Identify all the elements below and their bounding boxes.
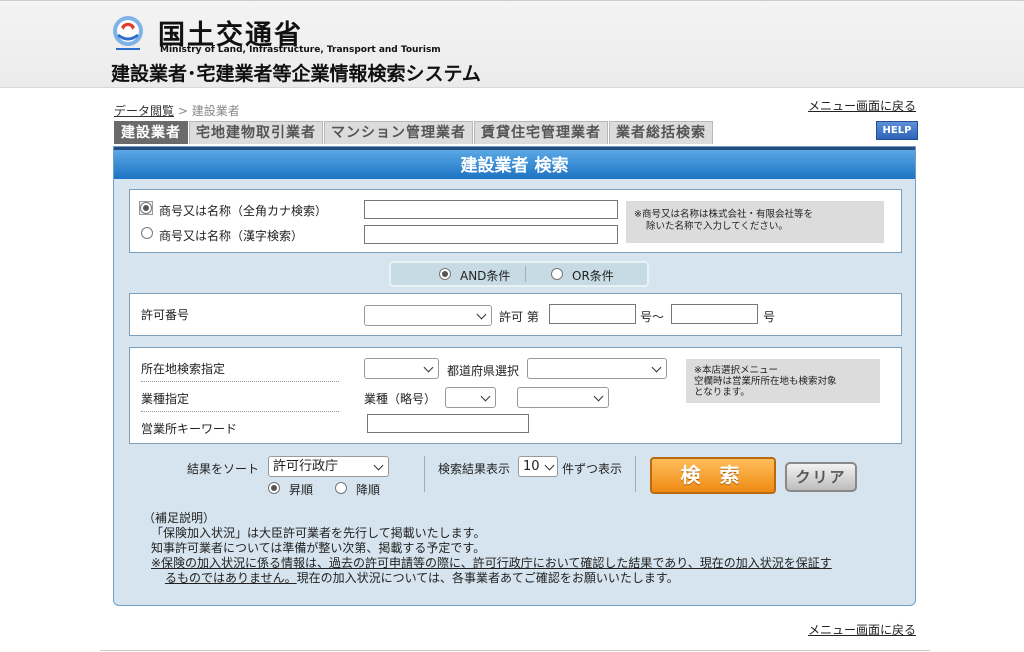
license-to-input[interactable]	[671, 304, 758, 324]
license-suffix-label: 号	[763, 310, 776, 324]
kanji-name-input[interactable]	[364, 225, 618, 244]
industry-select-2[interactable]	[517, 387, 609, 408]
notes-line-4-rest: 現在の加入状況については、各事業者あてご確認をお願いいたします。	[296, 571, 679, 585]
system-title: 建設業者･宅建業者等企業情報検索システム	[111, 63, 481, 85]
kana-search-radio[interactable]	[140, 202, 152, 214]
and-condition-label: AND条件	[460, 269, 511, 283]
ministry-name-en: Ministry of Land, Infrastructure, Transp…	[160, 45, 441, 55]
display-count-suffix: 件ずつ表示	[562, 462, 623, 476]
name-search-note: ※商号又は名称は株式会社・有限会社等を 除いた名称で入力してください。	[626, 201, 884, 243]
location-search-label: 所在地検索指定	[141, 362, 226, 376]
sort-select[interactable]: 許可行政庁	[268, 456, 389, 477]
tab-condo-management[interactable]: マンション管理業者	[324, 121, 473, 144]
kana-search-label: 商号又は名称（全角カナ検索）	[159, 204, 328, 218]
notes-line-4-underlined: るものではありません。	[165, 571, 297, 585]
notes-line-2: 知事許可業者については準備が整い次第、掲載する予定です。	[151, 541, 486, 555]
location-note-line1: ※本店選択メニュー	[694, 365, 778, 376]
location-note-line3: となります。	[694, 387, 750, 398]
industry-label: 業種指定	[141, 392, 190, 406]
industry-divider	[141, 411, 339, 412]
tab-general-search[interactable]: 業者総括検索	[609, 121, 713, 144]
site-header: 国土交通省 Ministry of Land, Infrastructure, …	[0, 0, 1024, 88]
license-from-input[interactable]	[549, 304, 636, 324]
notes-line-4: るものではありません。現在の加入状況については、各事業者あてご確認をお願いいたし…	[165, 571, 679, 586]
kanji-search-label: 商号又は名称（漢字検索）	[159, 229, 304, 243]
license-number-label: 許可番号	[141, 308, 190, 322]
or-condition-radio[interactable]	[551, 268, 563, 280]
sort-desc-radio[interactable]	[335, 482, 347, 494]
sort-desc-label: 降順	[356, 483, 381, 497]
sort-value: 許可行政庁	[273, 459, 339, 474]
keyword-label: 営業所キーワード	[141, 422, 238, 436]
clear-button[interactable]: クリア	[785, 462, 857, 492]
kanji-search-radio[interactable]	[141, 227, 153, 239]
name-note-line1: ※商号又は名称は株式会社・有限会社等を	[634, 209, 813, 220]
name-note-line2: 除いた名称で入力してください。	[646, 221, 788, 232]
display-count-select[interactable]: 10	[518, 456, 558, 477]
notes-line-3: ※保険の加入状況に係る情報は、過去の許可申請等の際に、許可行政庁において確認した…	[151, 556, 832, 570]
chevron-down-icon	[423, 362, 434, 373]
chevron-down-icon	[476, 309, 487, 320]
license-middle-label: 号～	[640, 310, 665, 324]
menu-return-link-top[interactable]: メニュー画面に戻る	[808, 97, 916, 114]
tab-real-estate[interactable]: 宅地建物取引業者	[189, 121, 323, 144]
or-condition-label: OR条件	[572, 269, 614, 283]
chevron-down-icon	[480, 391, 491, 402]
breadcrumb-current: 建設業者	[191, 104, 240, 118]
bottom-divider	[100, 650, 930, 651]
location-note: ※本店選択メニュー 空欄時は営業所所在地も検索対象 となります。	[686, 359, 880, 403]
display-count-value: 10	[523, 459, 540, 474]
industry-select-1[interactable]	[445, 387, 496, 408]
chevron-down-icon	[593, 391, 604, 402]
sort-asc-radio[interactable]	[268, 482, 280, 494]
and-condition-radio[interactable]	[439, 268, 451, 280]
button-divider	[635, 456, 636, 492]
tab-construction[interactable]: 建設業者	[114, 121, 188, 144]
breadcrumb-separator: >	[177, 104, 188, 118]
license-authority-select[interactable]	[364, 305, 492, 326]
prefecture-select[interactable]	[527, 358, 667, 379]
ministry-logo-icon	[113, 16, 143, 50]
notes-line-1: 「保険加入状況」は大臣許可業者を先行して掲載いたします。	[151, 526, 486, 540]
office-keyword-input[interactable]	[367, 414, 529, 433]
breadcrumb-data-link[interactable]: データ閲覧	[114, 104, 174, 118]
condition-divider	[525, 266, 526, 282]
head-office-select[interactable]	[364, 358, 439, 379]
breadcrumb: データ閲覧 > 建設業者	[114, 102, 240, 119]
chevron-down-icon	[651, 362, 662, 373]
location-note-line2: 空欄時は営業所所在地も検索対象	[694, 376, 837, 387]
tab-rental-management[interactable]: 賃貸住宅管理業者	[474, 121, 608, 144]
industry-code-label: 業種（略号）	[364, 392, 437, 406]
location-divider	[141, 381, 339, 382]
help-button[interactable]: HELP	[876, 121, 918, 140]
menu-return-link-bottom[interactable]: メニュー画面に戻る	[808, 621, 916, 638]
display-count-label: 検索結果表示	[438, 462, 511, 476]
prefecture-label: 都道府県選択	[447, 364, 520, 378]
sort-label: 結果をソート	[187, 462, 260, 476]
chevron-down-icon	[544, 460, 555, 471]
sort-divider	[424, 456, 425, 492]
license-prefix-label: 許可 第	[499, 310, 539, 324]
search-button[interactable]: 検 索	[650, 457, 776, 494]
notes-title: （補足説明）	[143, 511, 216, 525]
tab-bar: 建設業者 宅地建物取引業者 マンション管理業者 賃貸住宅管理業者 業者総括検索	[114, 121, 714, 145]
kana-name-input[interactable]	[364, 200, 618, 219]
chevron-down-icon	[373, 460, 384, 471]
panel-title: 建設業者 検索	[114, 147, 915, 179]
sort-asc-label: 昇順	[289, 483, 314, 497]
